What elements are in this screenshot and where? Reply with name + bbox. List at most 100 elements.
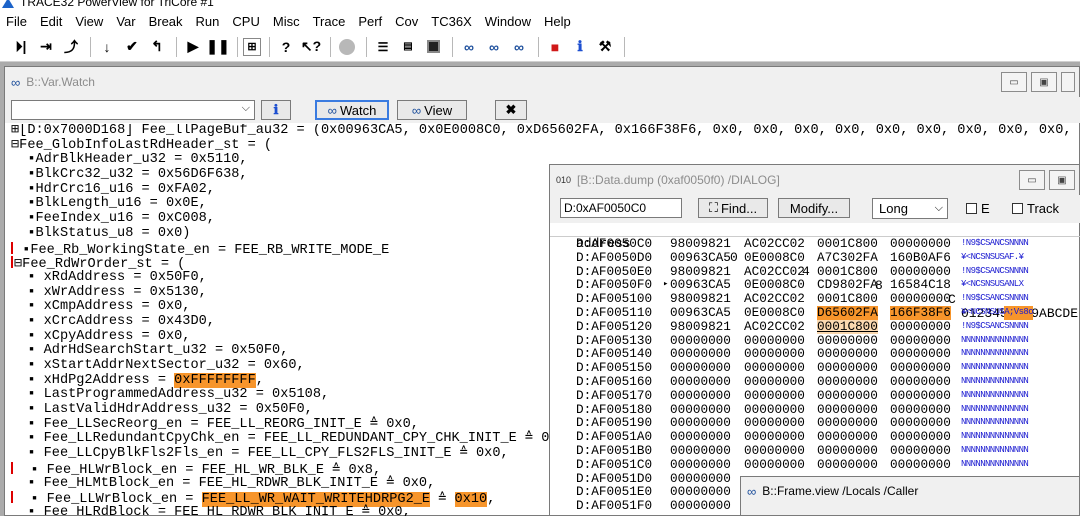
dump-word[interactable]: 0001C800 xyxy=(817,292,878,306)
register-icon[interactable]: ▤ xyxy=(397,36,419,58)
dump-word[interactable]: AC02CC02 xyxy=(744,319,805,334)
dump-word[interactable]: AC02CC02 xyxy=(744,237,805,251)
dump-row[interactable]: D:AF0051B0 00000000 00000000 00000000 000000… xyxy=(550,444,1080,458)
menu-run[interactable]: Run xyxy=(196,14,220,29)
dump-word[interactable]: 00000000 xyxy=(890,347,951,361)
frame-view-titlebar[interactable]: ∞ B::Frame.view /Locals /Caller xyxy=(741,477,1079,505)
chevron-down-icon[interactable]: ⌵ xyxy=(242,102,250,115)
dump-word[interactable]: 00963CA5 xyxy=(670,278,731,292)
dump-word[interactable]: 00000000 xyxy=(670,347,731,361)
menu-view[interactable]: View xyxy=(75,14,103,29)
dump-word[interactable]: 98009821 xyxy=(670,237,731,251)
watch-line[interactable]: ⊟Fee_GlobInfoLastRdHeader_st = ( xyxy=(11,138,1080,154)
dump-row[interactable]: D:AF005120 98009821 AC02CC02 0001C800 000000… xyxy=(550,319,1080,334)
var-watch-titlebar[interactable]: ∞ B::Var.Watch ▭ ▣ xyxy=(5,67,1079,97)
dump-word[interactable]: 0001C800 xyxy=(817,319,878,334)
dump-word[interactable]: AC02CC02 xyxy=(744,264,805,279)
dump-word[interactable]: D65602FA xyxy=(817,306,878,320)
dump-word[interactable]: 0E0008C0 xyxy=(744,250,805,265)
dump-row[interactable]: D:AF0050C0 98009821 AC02CC02 0001C800 000000… xyxy=(550,237,1080,251)
watch-edit-icon[interactable]: ∞ xyxy=(483,36,505,58)
dump-word[interactable]: 00000000 xyxy=(817,457,878,472)
dump-word[interactable]: 00000000 xyxy=(890,319,951,334)
dump-row[interactable]: D:AF005190 00000000 00000000 00000000 000000… xyxy=(550,416,1080,430)
menu-var[interactable]: Var xyxy=(116,14,135,29)
dump-word[interactable]: CD9802FA xyxy=(817,278,878,292)
watch-button[interactable]: ∞ Watch xyxy=(315,100,389,120)
minimize-button[interactable]: ▭ xyxy=(1019,170,1045,190)
dump-word[interactable]: 160B0AF6 xyxy=(890,250,951,265)
maximize-button[interactable]: ▣ xyxy=(1031,72,1057,92)
chip-icon[interactable] xyxy=(422,36,444,58)
dump-word[interactable]: 16584C18 xyxy=(890,278,951,292)
dump-word[interactable]: 00000000 xyxy=(670,457,731,472)
dump-word[interactable]: 00000000 xyxy=(890,444,951,458)
dump-word[interactable]: 00000000 xyxy=(670,416,731,430)
help-pointer-icon[interactable]: ↖? xyxy=(300,36,322,58)
dump-word[interactable]: 00000000 xyxy=(890,402,951,417)
menu-break[interactable]: Break xyxy=(149,14,183,29)
info-button[interactable]: ℹ xyxy=(261,100,291,120)
break-icon[interactable]: ❚❚ xyxy=(206,36,229,58)
dump-word[interactable]: 00000000 xyxy=(744,361,805,375)
menu-perf[interactable]: Perf xyxy=(358,14,382,29)
menu-cpu[interactable]: CPU xyxy=(232,14,259,29)
dump-mode-select[interactable]: Long ⌵ xyxy=(872,198,948,219)
step-up-icon[interactable]: ⤴ xyxy=(60,36,82,58)
step-over-icon[interactable]: ⇥ xyxy=(35,36,57,58)
dump-word[interactable]: 00000000 xyxy=(670,430,731,444)
cube-icon[interactable]: ■ xyxy=(544,36,566,58)
dump-word[interactable]: 00000000 xyxy=(890,292,951,306)
dump-word[interactable]: 00000000 xyxy=(817,375,878,389)
help-icon[interactable]: ? xyxy=(275,36,297,58)
menu-trace[interactable]: Trace xyxy=(313,14,346,29)
dump-word[interactable]: 00000000 xyxy=(817,347,878,361)
down-arrow-icon[interactable]: ↓ xyxy=(96,36,118,58)
dump-word[interactable]: 98009821 xyxy=(670,292,731,306)
return-icon[interactable]: ↰ xyxy=(146,36,168,58)
dump-row[interactable]: D:AF0051A0 00000000 00000000 00000000 000000… xyxy=(550,430,1080,444)
dump-word[interactable]: 98009821 xyxy=(670,319,731,334)
delete-watch-button[interactable]: ✖ xyxy=(495,100,527,120)
menu-tc36x[interactable]: TC36X xyxy=(431,14,471,29)
dump-word[interactable]: 00000000 xyxy=(670,402,731,417)
mode-icon[interactable]: ⊞ xyxy=(243,37,261,56)
watch-expression-combo[interactable]: ⌵ xyxy=(11,100,255,120)
step-into-icon[interactable]: ⏵| xyxy=(10,36,32,58)
dump-word[interactable]: 0001C800 xyxy=(817,264,878,279)
dump-word[interactable]: 00000000 xyxy=(744,375,805,389)
maximize-button[interactable]: ▣ xyxy=(1049,170,1075,190)
dump-word[interactable]: 00000000 xyxy=(744,430,805,444)
dump-word[interactable]: 00000000 xyxy=(890,237,951,251)
dump-word[interactable]: 00963CA5 xyxy=(670,306,731,320)
dump-word[interactable]: 00000000 xyxy=(670,444,731,458)
menu-help[interactable]: Help xyxy=(544,14,571,29)
dump-word[interactable]: 00000000 xyxy=(890,333,951,348)
dump-row[interactable]: D:AF005150 00000000 00000000 00000000 000000… xyxy=(550,361,1080,375)
dump-word[interactable]: 00000000 xyxy=(744,402,805,417)
restore-button[interactable] xyxy=(1061,72,1075,92)
dump-word[interactable]: 00000000 xyxy=(890,264,951,279)
dump-word[interactable]: 00000000 xyxy=(744,457,805,472)
menu-edit[interactable]: Edit xyxy=(40,14,62,29)
dump-word[interactable]: 00000000 xyxy=(744,347,805,361)
dump-word[interactable]: 00000000 xyxy=(890,457,951,472)
dump-word[interactable]: 00000000 xyxy=(890,416,951,430)
dump-word[interactable]: 00000000 xyxy=(890,388,951,403)
dump-word[interactable]: 0E0008C0 xyxy=(744,306,805,320)
info-icon[interactable]: ℹ xyxy=(569,36,591,58)
dump-word[interactable]: 00000000 xyxy=(744,333,805,348)
dump-word[interactable]: 00000000 xyxy=(670,388,731,403)
check-return-icon[interactable]: ✔ xyxy=(121,36,143,58)
menu-misc[interactable]: Misc xyxy=(273,14,300,29)
dump-word[interactable]: 00000000 xyxy=(817,388,878,403)
menu-cov[interactable]: Cov xyxy=(395,14,418,29)
minimize-button[interactable]: ▭ xyxy=(1001,72,1027,92)
watch-line[interactable]: ⊞[D:0x7000D168] Fee_llPageBuf_au32 = (0x… xyxy=(11,124,1080,139)
dump-word[interactable]: 00000000 xyxy=(744,388,805,403)
dump-word[interactable]: 00000000 xyxy=(890,361,951,375)
menu-window[interactable]: Window xyxy=(485,14,531,29)
dump-word[interactable]: 166F38F6 xyxy=(890,306,951,320)
go-icon[interactable]: ▶ xyxy=(182,36,204,58)
dump-word[interactable]: A7C302FA xyxy=(817,250,878,265)
